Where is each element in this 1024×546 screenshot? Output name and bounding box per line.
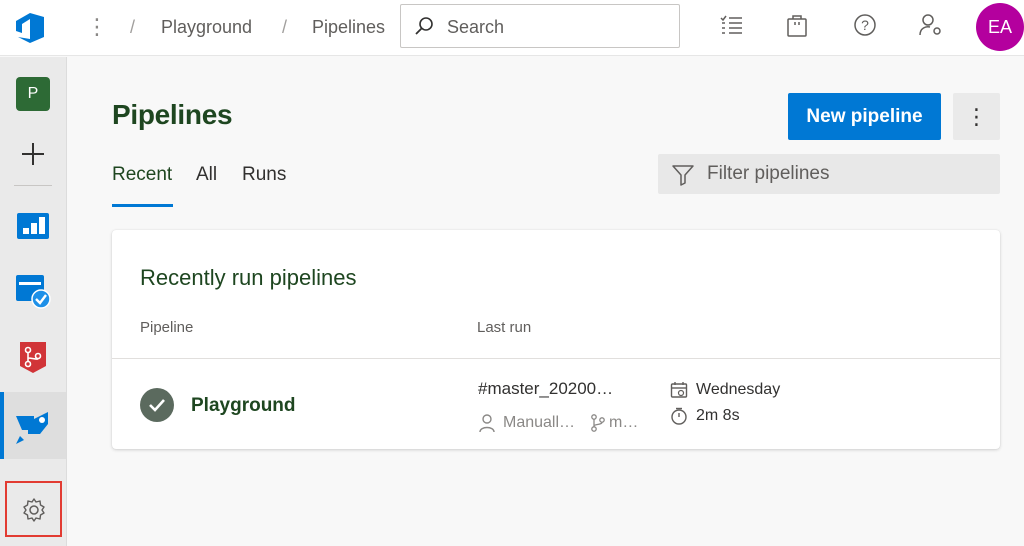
run-trigger: Manuall… [503, 414, 576, 431]
column-header-last-run: Last run [477, 319, 532, 336]
tab-recent[interactable]: Recent [112, 163, 172, 187]
filter-icon [672, 165, 694, 186]
breadcrumb-separator: / [130, 17, 136, 37]
task-list-icon[interactable] [719, 12, 745, 38]
pipelines-icon [16, 412, 48, 444]
more-actions-button[interactable]: ⋮ [953, 93, 1000, 140]
tab-runs[interactable]: Runs [242, 163, 286, 187]
search-input[interactable]: Search [400, 4, 680, 48]
repos-icon[interactable] [16, 340, 50, 374]
top-bar: ⋮ / Playground / Pipelines Search ? EA [0, 0, 1024, 56]
page-title: Pipelines [112, 99, 233, 130]
calendar-icon [670, 382, 688, 398]
card-title: Recently run pipelines [140, 265, 357, 290]
run-branch: m… [609, 414, 639, 431]
breadcrumb-separator: / [282, 17, 288, 37]
succeeded-status-icon [140, 388, 174, 422]
person-icon [479, 414, 495, 433]
breadcrumb-project[interactable]: Playground [161, 15, 252, 39]
tab-selected-indicator [112, 204, 173, 207]
run-day: Wednesday [696, 381, 781, 398]
boards-icon[interactable] [16, 207, 50, 241]
timer-icon [671, 407, 687, 425]
more-options-icon[interactable]: ⋮ [86, 14, 108, 40]
help-icon[interactable]: ? [852, 12, 878, 38]
run-name[interactable]: #master_20200… [478, 378, 613, 400]
user-settings-icon[interactable] [918, 12, 944, 38]
recently-run-pipelines-card: Recently run pipelines Pipeline Last run… [112, 230, 1000, 449]
filter-pipelines-input[interactable]: Filter pipelines [658, 154, 1000, 194]
nav-divider [14, 185, 52, 186]
azure-devops-logo-icon[interactable] [14, 11, 50, 45]
gear-icon [23, 498, 45, 522]
left-nav: P [0, 57, 67, 546]
sidebar-item-pipelines[interactable] [0, 392, 66, 459]
marketplace-bag-icon[interactable] [784, 12, 810, 38]
checkmark-icon [149, 399, 165, 412]
run-duration: 2m 8s [696, 407, 740, 424]
project-settings-button[interactable] [5, 481, 62, 537]
column-header-pipeline: Pipeline [140, 319, 194, 336]
card-divider [112, 358, 1000, 359]
breadcrumb-pipelines[interactable]: Pipelines [312, 15, 385, 39]
test-plans-icon[interactable] [15, 273, 51, 309]
svg-text:?: ? [861, 17, 869, 33]
search-placeholder: Search [447, 17, 505, 37]
project-icon[interactable]: P [16, 77, 50, 111]
branch-icon [591, 414, 605, 432]
new-pipeline-button[interactable]: New pipeline [788, 93, 941, 140]
add-icon[interactable] [20, 141, 46, 167]
avatar[interactable]: EA [976, 3, 1024, 51]
search-icon [415, 17, 433, 35]
tab-all[interactable]: All [196, 163, 217, 187]
filter-placeholder: Filter pipelines [707, 163, 830, 184]
pipeline-name[interactable]: Playground [191, 394, 296, 418]
